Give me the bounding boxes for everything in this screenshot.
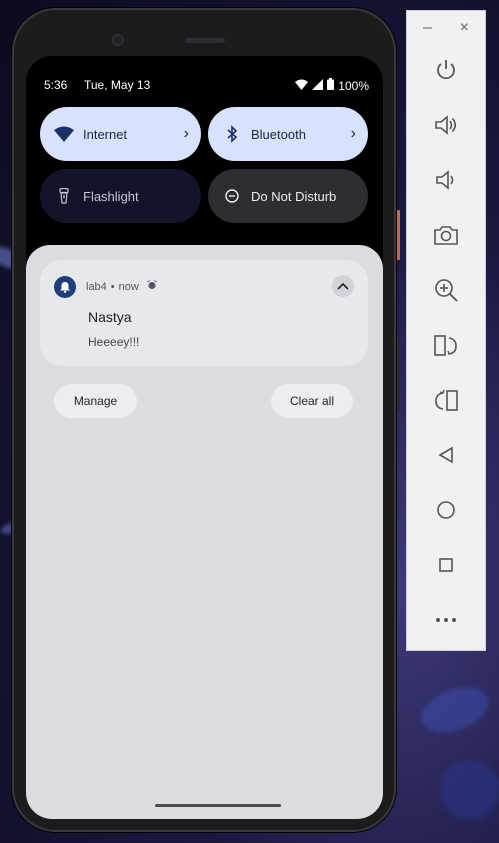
dnd-icon: [221, 185, 243, 207]
tile-bluetooth-label: Bluetooth: [251, 126, 306, 142]
rotate-left-icon: [434, 335, 457, 356]
meta-separator: •: [110, 280, 115, 293]
wallpaper-streak: [440, 760, 499, 820]
status-date: Tue, May 13: [84, 78, 151, 92]
tile-do-not-disturb[interactable]: Do Not Disturb: [208, 169, 368, 223]
phone-volume-button: [396, 340, 400, 410]
status-time: 5:36: [44, 78, 68, 92]
wifi-icon: [53, 123, 75, 145]
notification-time: now: [118, 280, 139, 293]
tile-internet-label: Internet: [83, 126, 128, 142]
status-bar: 5:36 Tue, May 13 100%: [44, 78, 369, 94]
power-icon: [437, 60, 455, 80]
rotate-right-button[interactable]: [429, 383, 463, 417]
earpiece-speaker: [185, 38, 225, 43]
zoom-icon: [435, 279, 458, 302]
more-icon: [436, 618, 456, 622]
clear-all-button[interactable]: Clear all: [271, 384, 353, 418]
close-button[interactable]: ×: [460, 19, 469, 37]
tile-flashlight[interactable]: Flashlight: [40, 169, 201, 223]
volume-up-icon: [435, 115, 457, 135]
alarm-icon: [147, 280, 157, 293]
power-button[interactable]: [429, 53, 463, 87]
toolbar-window-controls: – ×: [407, 19, 485, 39]
phone-frame: 5:36 Tue, May 13 100% Internet › Bluetoo…: [12, 8, 396, 832]
volume-down-icon: [436, 170, 454, 190]
back-icon: [438, 446, 453, 464]
rotate-left-button[interactable]: [429, 328, 463, 362]
notification-app-name: lab4: [86, 280, 107, 293]
minimize-button[interactable]: –: [423, 19, 432, 37]
bluetooth-icon: [221, 123, 243, 145]
signal-icon: [312, 78, 324, 93]
zoom-button[interactable]: [429, 273, 463, 307]
tile-internet[interactable]: Internet ›: [40, 107, 201, 161]
wifi-icon: [295, 79, 309, 93]
battery-icon: [327, 78, 335, 93]
notification-card[interactable]: lab4 • now Nastya Heeeey!!!: [40, 260, 368, 366]
overview-button[interactable]: [429, 548, 463, 582]
camera-icon: [434, 226, 458, 245]
notification-title: Nastya: [88, 309, 132, 325]
tile-dnd-label: Do Not Disturb: [251, 188, 337, 204]
gesture-nav-bar[interactable]: [155, 804, 281, 807]
flashlight-icon: [53, 185, 75, 207]
chevron-right-icon: ›: [183, 125, 189, 142]
status-icons: 100%: [295, 78, 369, 93]
tile-flashlight-label: Flashlight: [83, 188, 139, 204]
tile-bluetooth[interactable]: Bluetooth ›: [208, 107, 368, 161]
overview-icon: [439, 558, 453, 572]
battery-percent: 100%: [338, 78, 369, 93]
emulator-toolbar: – ×: [406, 10, 486, 651]
volume-down-button[interactable]: [429, 163, 463, 197]
volume-up-button[interactable]: [429, 108, 463, 142]
wallpaper-streak: [415, 679, 495, 741]
notification-shade: lab4 • now Nastya Heeeey!!! Manage Clear…: [26, 245, 383, 819]
phone-screen: 5:36 Tue, May 13 100% Internet › Bluetoo…: [26, 56, 383, 819]
home-icon: [437, 501, 455, 519]
more-button[interactable]: [429, 603, 463, 637]
phone-power-button: [396, 210, 400, 260]
app-icon: [54, 276, 76, 298]
back-button[interactable]: [429, 438, 463, 472]
manage-button[interactable]: Manage: [54, 384, 137, 418]
rotate-right-icon: [435, 389, 458, 411]
bell-icon: [60, 282, 70, 293]
notification-meta: lab4 • now: [86, 280, 157, 293]
chevron-right-icon: ›: [350, 125, 356, 142]
chevron-up-icon: [337, 282, 349, 290]
collapse-button[interactable]: [332, 275, 354, 297]
screenshot-button[interactable]: [429, 218, 463, 252]
front-camera: [112, 34, 124, 46]
notification-text: Heeeey!!!: [88, 335, 140, 349]
home-button[interactable]: [429, 493, 463, 527]
